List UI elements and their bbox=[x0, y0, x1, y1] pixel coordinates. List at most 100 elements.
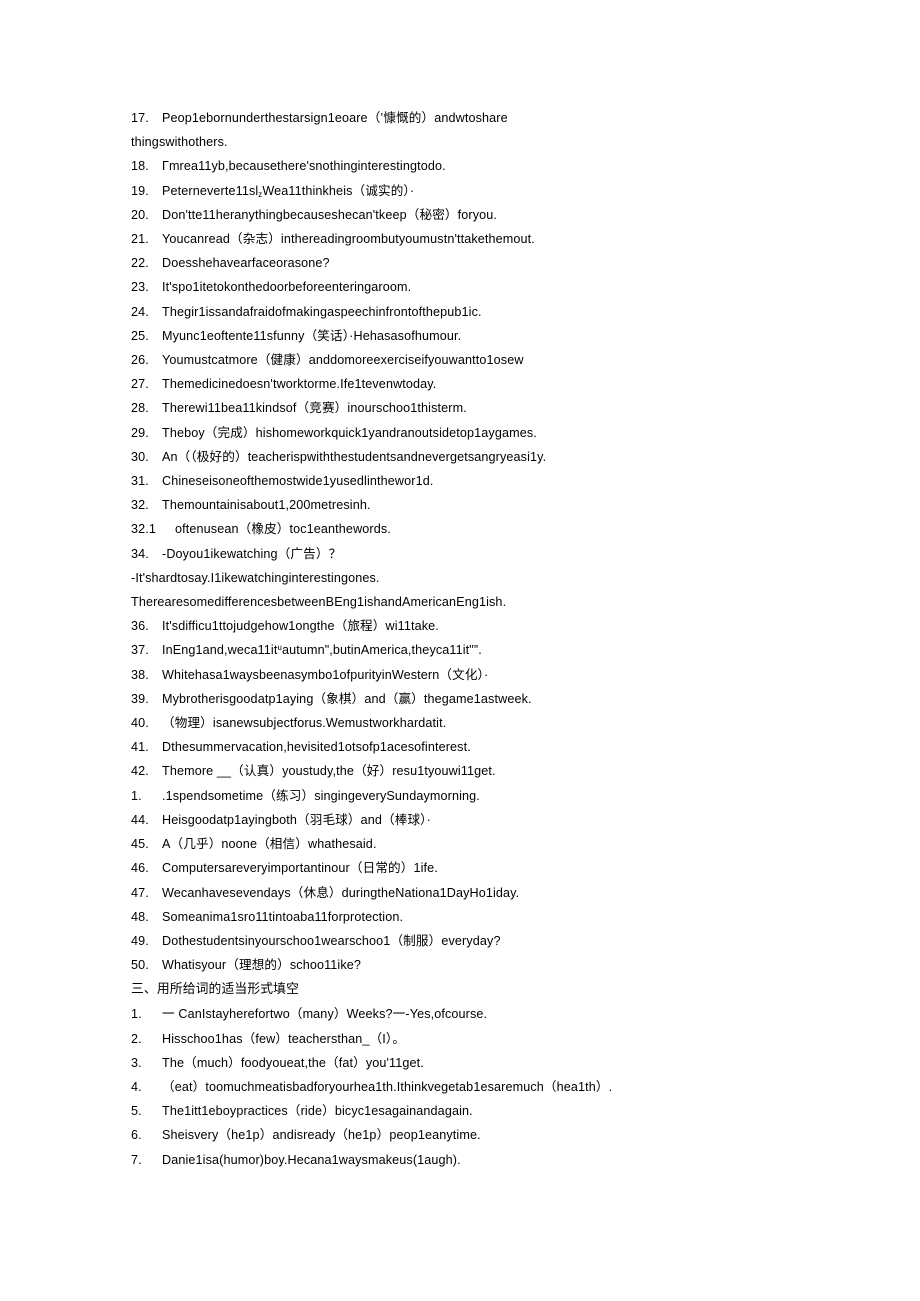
exercise-number: 38. bbox=[131, 667, 149, 682]
exercise-item: 29. Theboy（完成）hishomeworkquick1yandranout… bbox=[131, 421, 791, 445]
document-page: 17. Peop1ebornunderthestarsign1eoare（’慷慨的… bbox=[0, 0, 920, 1301]
exercise-item: 41. Dthesummervacation,hevisited1otsofp1a… bbox=[131, 735, 791, 759]
exercise-item: 3. The（much）foodyoueat,the（fat）you'11get. bbox=[131, 1051, 791, 1075]
exercise-text: -Doyou1ikewatching（广告）？ bbox=[162, 545, 342, 561]
exercise-text: Mybrotherisgoodatp1aying（象棋）and（赢）thegam… bbox=[162, 690, 532, 706]
exercise-text: （物理）isanewsubjectforus.Wemustworkhardati… bbox=[162, 715, 447, 731]
exercise-number: 37. bbox=[131, 643, 149, 658]
exercise-number: 41. bbox=[131, 740, 149, 755]
exercise-item: 48. Someanima1sro11tintoaba11forprotectio… bbox=[131, 905, 791, 929]
exercise-text: InEng1and,weca11ituautumn",butinAmerica,… bbox=[162, 643, 482, 658]
exercise-item: 50. Whatisyour（理想的）schoo11ike? bbox=[131, 953, 791, 977]
exercise-item: 45. A（几乎）noone（相信）whathesaid. bbox=[131, 832, 791, 856]
exercise-item: 42. Themore __（认真）youstudy,the（好）resu1tyo… bbox=[131, 759, 791, 783]
exercise-text: The（much）foodyoueat,the（fat）you'11get. bbox=[162, 1054, 424, 1070]
exercise-text: Whitehasa1waysbeenasymbo1ofpurityinWeste… bbox=[162, 666, 489, 682]
exercise-item: 34. -Doyou1ikewatching（广告）？ bbox=[131, 542, 791, 566]
exercise-text: The1itt1eboypractices（ride）bicyc1esagain… bbox=[162, 1103, 473, 1119]
exercise-item: 20. Don'tte11heranythingbecauseshecan'tke… bbox=[131, 203, 791, 227]
exercise-item: 40. （物理）isanewsubjectforus.Wemustworkhard… bbox=[131, 711, 791, 735]
exercise-text: Chineseisoneofthemostwide1yusedlinthewor… bbox=[162, 474, 434, 489]
exercise-item: 31. Chineseisoneofthemostwide1yusedlinthe… bbox=[131, 469, 791, 493]
exercise-text: A（几乎）noone（相信）whathesaid. bbox=[162, 836, 377, 852]
exercise-text: Whatisyour（理想的）schoo11ike? bbox=[162, 957, 362, 973]
exercise-item: 7. Danie1isa(humor)boy.Hecana1waysmakeus(… bbox=[131, 1148, 791, 1172]
exercise-text: An（（极好的）teacherispwiththestudentsandneve… bbox=[162, 448, 547, 464]
exercise-text: Doesshehavearfaceorasone? bbox=[162, 256, 330, 271]
exercise-number: 19. bbox=[131, 183, 149, 198]
exercise-number: 30. bbox=[131, 449, 149, 464]
exercise-item: 19. Peterneverte11slzWea11thinkheis（诚实的）· bbox=[131, 179, 791, 203]
exercise-text: （eat）toomuchmeatisbadforyourhea1th.Ithin… bbox=[162, 1078, 613, 1094]
exercise-item: 39. Mybrotherisgoodatp1aying（象棋）and（赢）the… bbox=[131, 687, 791, 711]
exercise-number: 2. bbox=[131, 1031, 142, 1046]
exercise-item: 32.1 oftenusean（橡皮）toc1eanthewords. bbox=[131, 517, 791, 541]
exercise-item: 4. （eat）toomuchmeatisbadforyourhea1th.Ith… bbox=[131, 1075, 791, 1099]
exercise-number: 7. bbox=[131, 1152, 142, 1167]
exercise-item: 49. Dothestudentsinyourschoo1wearschoo1（制… bbox=[131, 929, 791, 953]
section-heading: 三、用所给词的适当形式填空 bbox=[131, 982, 300, 998]
exercise-number: 4. bbox=[131, 1079, 142, 1094]
exercise-item: 2. Hisschoo1has（few）teachersthan_（I）。 bbox=[131, 1027, 791, 1051]
exercise-text: Peop1ebornunderthestarsign1eoare（’慷慨的）an… bbox=[162, 110, 508, 125]
exercise-number: 39. bbox=[131, 691, 149, 706]
exercise-item: 28. Therewi11bea11kindsof（竞赛）inourschoo1t… bbox=[131, 396, 791, 420]
exercise-number: 49. bbox=[131, 933, 149, 948]
exercise-item: 18. Гmrea11yb,becausethere'snothingintere… bbox=[131, 154, 791, 178]
exercise-item: 38. Whitehasa1waysbeenasymbo1ofpurityinWe… bbox=[131, 663, 791, 687]
exercise-item: 1. 一 CanIstayherefortwo（many）Weeks?一-Yes,… bbox=[131, 1002, 791, 1026]
exercise-number: 18. bbox=[131, 159, 149, 174]
exercise-item: 1. .1spendsometime（练习）singingeverySundaym… bbox=[131, 784, 791, 808]
exercise-number: 20. bbox=[131, 207, 149, 222]
exercise-number: 29. bbox=[131, 425, 149, 440]
exercise-text: Danie1isa(humor)boy.Hecana1waysmakeus(1a… bbox=[162, 1152, 461, 1167]
exercise-item: 24. Thegir1issandafraidofmakingaspeechinf… bbox=[131, 300, 791, 324]
exercise-item: 36. It'sdifficu1ttojudgehow1ongthe（旅程）wi1… bbox=[131, 614, 791, 638]
exercise-number: 42. bbox=[131, 764, 149, 779]
exercise-text: Themountainisabout1,200metresinh. bbox=[162, 498, 371, 513]
exercise-item: 23. It'spo1itetokonthedoorbeforeenteringa… bbox=[131, 275, 791, 299]
exercise-item: 32. Themountainisabout1,200metresinh. bbox=[131, 493, 791, 517]
exercise-text: It'spo1itetokonthedoorbeforeenteringaroo… bbox=[162, 280, 412, 295]
exercise-text: 一 CanIstayherefortwo（many）Weeks?一-Yes,of… bbox=[162, 1006, 488, 1022]
exercise-text: Dothestudentsinyourschoo1wearschoo1（制服）e… bbox=[162, 932, 501, 948]
exercise-text: Гmrea11yb,becausethere'snothinginteresti… bbox=[162, 159, 446, 174]
exercise-item: 22. Doesshehavearfaceorasone? bbox=[131, 251, 791, 275]
exercise-text: It'sdifficu1ttojudgehow1ongthe（旅程）wi11ta… bbox=[162, 618, 439, 634]
exercise-number: 28. bbox=[131, 401, 149, 416]
exercise-item: 25. Myunc1eoftente11sfunny（笑话）·Hehasasofh… bbox=[131, 324, 791, 348]
exercise-item: 37. InEng1and,weca11ituautumn",butinAmeri… bbox=[131, 638, 791, 662]
exercise-text: Heisgoodatp1ayingboth（羽毛球）and（棒球）· bbox=[162, 811, 431, 827]
exercise-number: 26. bbox=[131, 353, 149, 368]
exercise-number: 47. bbox=[131, 885, 149, 900]
exercise-text: Themedicinedoesn'tworktorme.Ife1tevenwto… bbox=[162, 377, 437, 392]
exercise-text: Theboy（完成）hishomeworkquick1yandranoutsid… bbox=[162, 424, 537, 440]
exercise-text: Wecanhavesevendays（休息）duringtheNationa1D… bbox=[162, 884, 520, 900]
exercise-number: 44. bbox=[131, 812, 149, 827]
exercise-text: Computersareveryimportantinour（日常的）1ife. bbox=[162, 860, 438, 876]
exercise-text: Don'tte11heranythingbecauseshecan'tkeep（… bbox=[162, 206, 498, 222]
exercise-number: 46. bbox=[131, 861, 149, 876]
exercise-item: 46. Computersareveryimportantinour（日常的）1i… bbox=[131, 856, 791, 880]
exercise-number: 32. bbox=[131, 498, 149, 513]
exercise-number: 40. bbox=[131, 716, 149, 731]
exercise-number: 1. bbox=[131, 788, 142, 803]
exercise-number: 32.1 bbox=[131, 522, 157, 537]
exercise-number: 3. bbox=[131, 1055, 142, 1070]
exercise-item: 44. Heisgoodatp1ayingboth（羽毛球）and（棒球）· bbox=[131, 808, 791, 832]
exercise-number: 45. bbox=[131, 837, 149, 852]
document-body: 17. Peop1ebornunderthestarsign1eoare（’慷慨的… bbox=[131, 106, 791, 1172]
exercise-text: Dthesummervacation,hevisited1otsofp1aces… bbox=[162, 740, 471, 755]
exercise-item: 17. Peop1ebornunderthestarsign1eoare（’慷慨的… bbox=[131, 106, 791, 130]
continuation-line: -It'shardtosay.I1ikewatchinginterestingo… bbox=[131, 570, 380, 585]
exercise-text: .1spendsometime（练习）singingeverySundaymor… bbox=[162, 787, 480, 803]
exercise-item: 6. Sheisvery（he1p）andisready（he1p）peop1ea… bbox=[131, 1123, 791, 1147]
exercise-number: 25. bbox=[131, 328, 149, 343]
exercise-text: Hisschoo1has（few）teachersthan_（I）。 bbox=[162, 1030, 406, 1046]
exercise-text: Themore __（认真）youstudy,the（好）resu1tyouwi… bbox=[162, 763, 496, 779]
exercise-text: Therewi11bea11kindsof（竞赛）inourschoo1this… bbox=[162, 400, 467, 416]
exercise-item: 5. The1itt1eboypractices（ride）bicyc1esaga… bbox=[131, 1099, 791, 1123]
exercise-number: 24. bbox=[131, 304, 149, 319]
exercise-text: Thegir1issandafraidofmakingaspeechinfron… bbox=[162, 304, 482, 319]
exercise-number: 34. bbox=[131, 546, 149, 561]
